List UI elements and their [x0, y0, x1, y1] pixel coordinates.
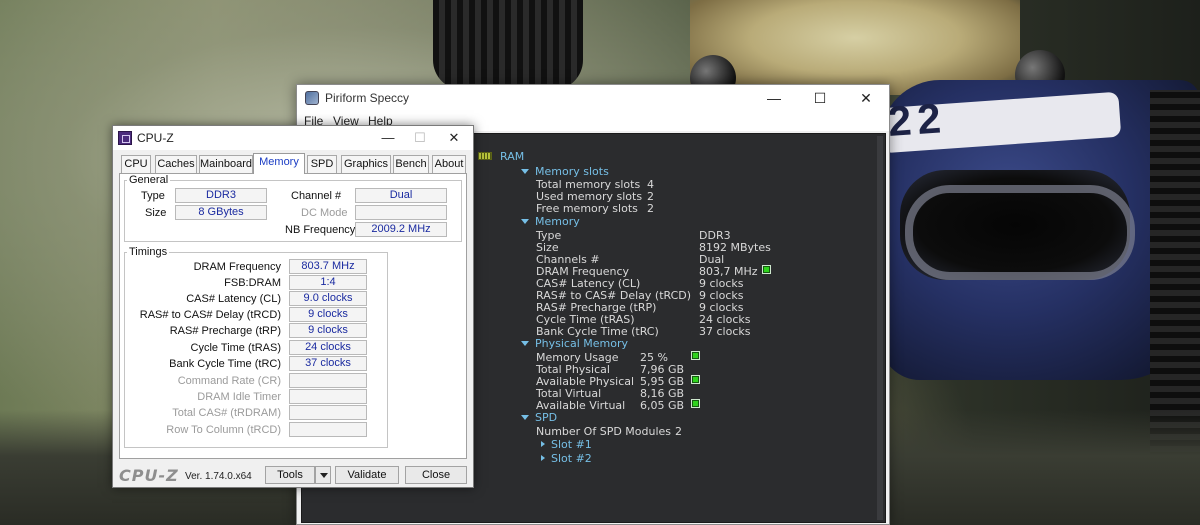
memory-tab-page: General Type DDR3 Size 8 GBytes Channel …: [119, 173, 467, 459]
timings-group: Timings DRAM Frequency 803.7 MHz FSB:DRA…: [124, 246, 388, 448]
section-title-ram: RAM: [500, 150, 525, 163]
timing-value: [289, 373, 367, 388]
tab-bench[interactable]: Bench: [393, 155, 429, 173]
spd-header[interactable]: SPD: [521, 411, 557, 424]
cpuz-app-icon: [118, 131, 132, 145]
cpuz-maximize-button: ☐: [414, 130, 426, 145]
timing-label: CAS# Latency (CL): [186, 293, 281, 305]
general-group-title: General: [127, 174, 171, 186]
tab-memory[interactable]: Memory: [253, 153, 305, 174]
spd-slot-2[interactable]: Slot #2: [541, 452, 592, 465]
cpuz-close-button[interactable]: ✕: [439, 126, 469, 150]
cpuz-logo: CPU-Z: [119, 466, 179, 485]
spec-value: 2: [675, 425, 682, 438]
dcmode-label: DC Mode: [301, 207, 348, 219]
cpuz-titlebar[interactable]: CPU-Z — ☐ ✕: [113, 126, 473, 150]
timings-group-title: Timings: [127, 246, 170, 258]
tab-graphics[interactable]: Graphics: [341, 155, 391, 173]
tab-caches[interactable]: Caches: [155, 155, 197, 173]
dcmode-value: [355, 205, 447, 220]
panel-scroll-edge: [877, 136, 883, 520]
spec-value: 6,05 GB: [640, 399, 685, 412]
channel-value: Dual: [355, 188, 447, 203]
timing-value: 9.0 clocks: [289, 291, 367, 306]
physical-memory-header[interactable]: Physical Memory: [521, 337, 628, 350]
ram-icon: [478, 152, 492, 160]
timing-value: [289, 405, 367, 420]
spec-value: 2: [647, 202, 654, 215]
speccy-app-icon: [305, 91, 319, 105]
size-value: 8 GBytes: [175, 205, 267, 220]
timing-value: 24 clocks: [289, 340, 367, 355]
memory-slots-header[interactable]: Memory slots: [521, 165, 609, 178]
timing-value: 803.7 MHz: [289, 259, 367, 274]
cpuz-window-title: CPU-Z: [137, 131, 174, 145]
collapse-triangle-icon: [521, 169, 529, 174]
expand-arrow-icon: [541, 455, 545, 461]
cpuz-minimize-button[interactable]: —: [373, 126, 403, 150]
nbfreq-label: NB Frequency: [285, 224, 356, 236]
cpuz-version: Ver. 1.74.0.x64: [185, 471, 252, 482]
car-number: 22: [886, 94, 949, 145]
cpuz-window: CPU-Z — ☐ ✕ CPU Caches Mainboard Memory …: [112, 125, 474, 488]
speccy-window-title: Piriform Speccy: [325, 91, 410, 105]
type-label: Type: [141, 190, 165, 202]
timing-label: Total CAS# (tRDRAM): [172, 407, 281, 419]
close-button[interactable]: Close: [405, 466, 467, 484]
collapse-triangle-icon: [521, 341, 529, 346]
timing-value: [289, 422, 367, 437]
expand-arrow-icon: [541, 441, 545, 447]
tab-about[interactable]: About: [432, 155, 466, 173]
validate-button[interactable]: Validate: [335, 466, 399, 484]
timing-label: RAS# to CAS# Delay (tRCD): [139, 309, 281, 321]
general-group: General Type DDR3 Size 8 GBytes Channel …: [124, 174, 462, 242]
tab-cpu[interactable]: CPU: [121, 155, 151, 173]
tools-dropdown-icon[interactable]: [315, 466, 331, 484]
collapse-triangle-icon: [521, 219, 529, 224]
timing-label: Cycle Time (tRAS): [190, 342, 281, 354]
channel-label: Channel #: [291, 190, 342, 202]
timing-label: DRAM Frequency: [193, 261, 281, 273]
timing-label: Bank Cycle Time (tRC): [169, 358, 281, 370]
spd-slot-1[interactable]: Slot #1: [541, 438, 592, 451]
spec-label: Free memory slots: [536, 202, 638, 215]
nbfreq-value: 2009.2 MHz: [355, 222, 447, 237]
speccy-maximize-button[interactable]: ☐: [797, 85, 843, 111]
tools-button[interactable]: Tools: [265, 466, 315, 484]
car-intake-ring: [905, 185, 1135, 280]
available-physical-graph-icon[interactable]: [691, 375, 700, 384]
timing-label: Row To Column (tRCD): [166, 424, 281, 436]
timing-value: [289, 389, 367, 404]
spec-label: Number Of SPD Modules: [536, 425, 672, 438]
cpuz-footer: CPU-Z Ver. 1.74.0.x64 Tools Validate Clo…: [113, 463, 473, 487]
tab-mainboard[interactable]: Mainboard: [199, 155, 253, 173]
timing-value: 9 clocks: [289, 323, 367, 338]
timing-value: 1:4: [289, 275, 367, 290]
collapse-triangle-icon: [521, 415, 529, 420]
timing-value: 9 clocks: [289, 307, 367, 322]
timing-label: Command Rate (CR): [177, 375, 281, 387]
tab-spd[interactable]: SPD: [307, 155, 337, 173]
type-value: DDR3: [175, 188, 267, 203]
timing-label: FSB:DRAM: [224, 277, 281, 289]
memory-header[interactable]: Memory: [521, 215, 580, 228]
timing-value: 37 clocks: [289, 356, 367, 371]
car-front-tire: [433, 0, 583, 90]
timing-label: DRAM Idle Timer: [197, 391, 281, 403]
frequency-graph-icon[interactable]: [762, 265, 771, 274]
size-label: Size: [145, 207, 167, 219]
available-virtual-graph-icon[interactable]: [691, 399, 700, 408]
speccy-titlebar[interactable]: Piriform Speccy — ☐ ✕: [297, 85, 889, 111]
speccy-minimize-button[interactable]: —: [751, 85, 797, 111]
speccy-close-button[interactable]: ✕: [843, 85, 889, 111]
usage-graph-icon[interactable]: [691, 351, 700, 360]
spec-value: 37 clocks: [699, 325, 751, 338]
timing-label: RAS# Precharge (tRP): [169, 325, 281, 337]
